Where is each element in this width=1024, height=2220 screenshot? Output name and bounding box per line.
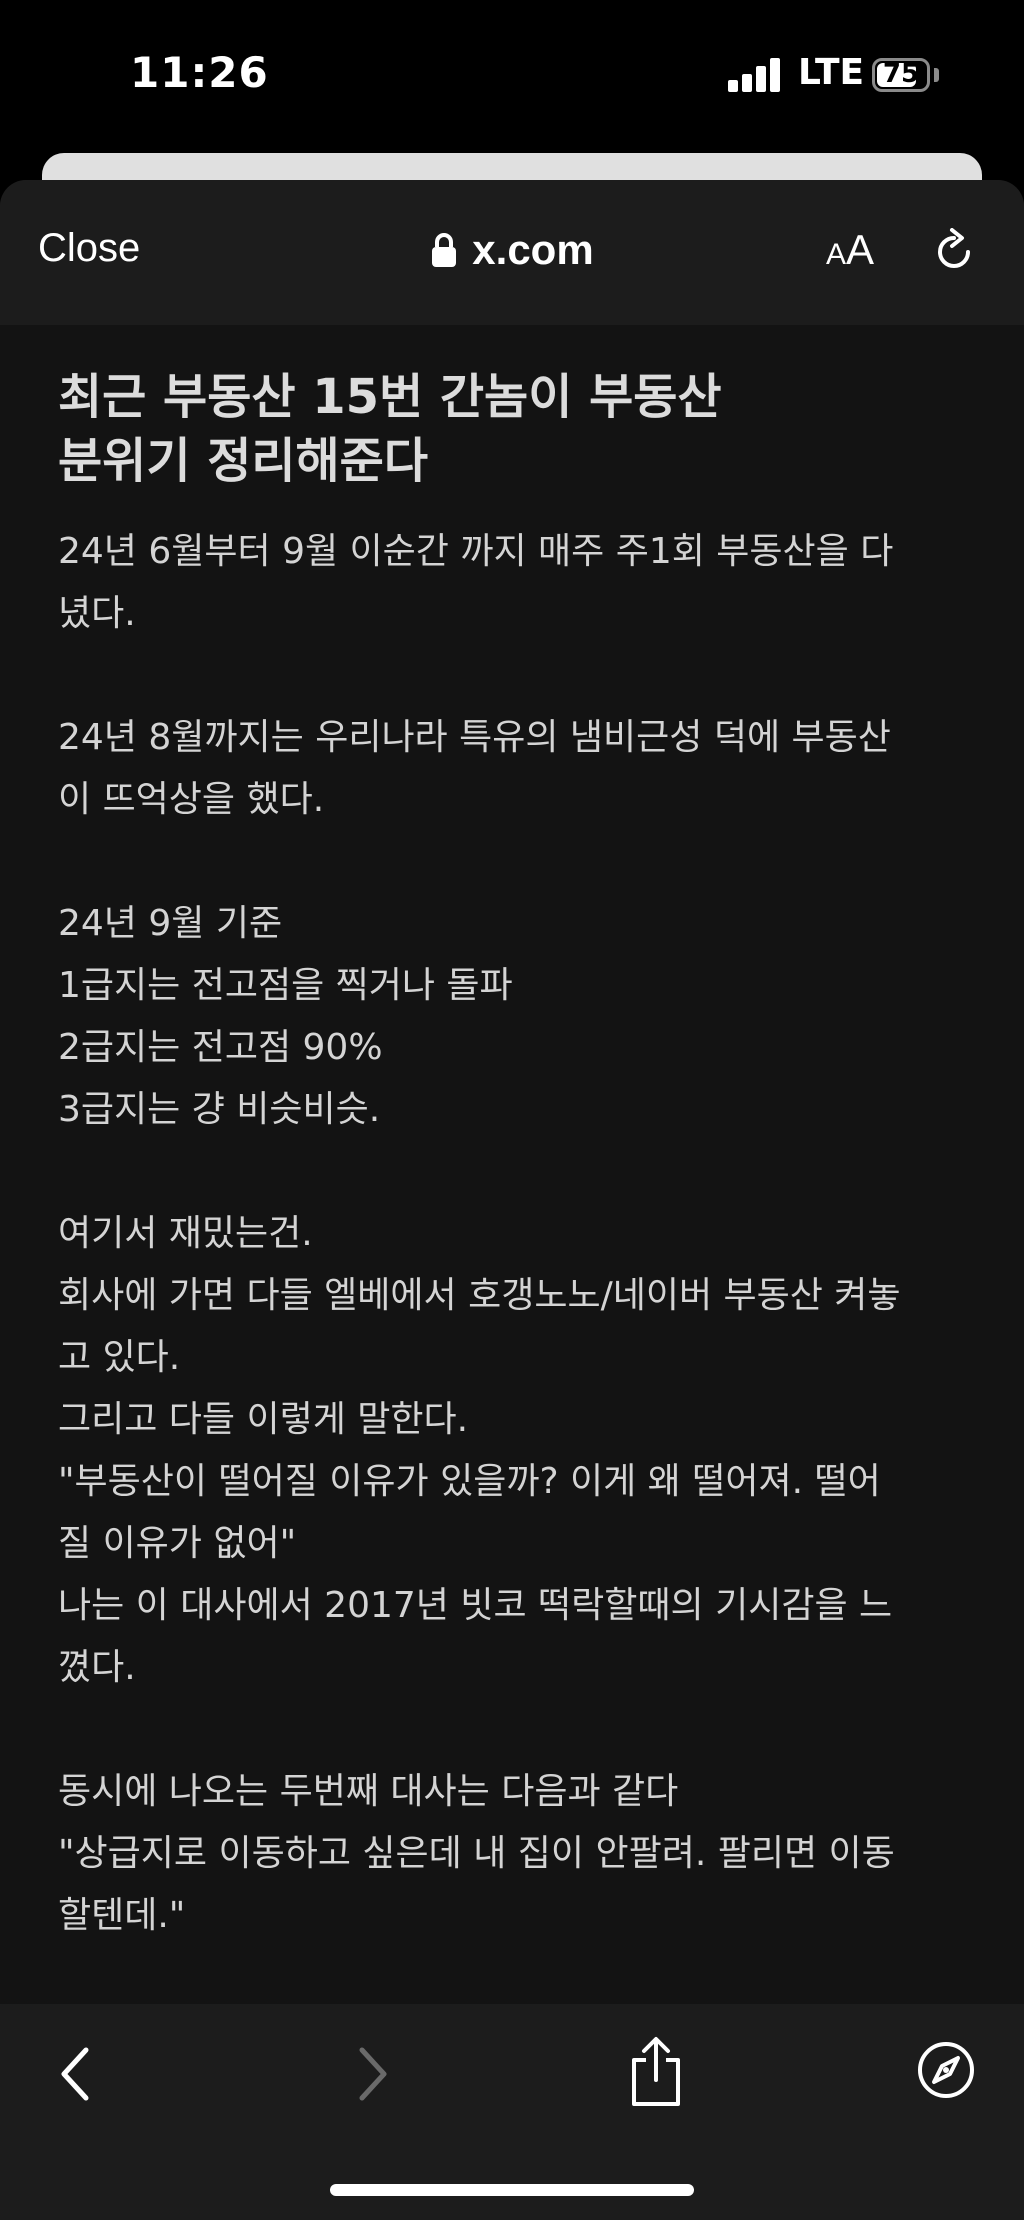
paragraph-line: 24년 6월부터 9월 이순간 까지 매주 주1회 부동산을 다 xyxy=(58,531,894,572)
status-bar: 11:26 LTE 75 xyxy=(0,0,1024,150)
paragraph-line: 이 뜨억상을 했다. xyxy=(58,779,325,820)
browser-sheet: Close x.com AA 최근 부동산 15번 간놈이 부동산 분위기 정리… xyxy=(0,180,1024,2220)
text-size-large-label: A xyxy=(846,226,875,273)
paragraph: 24년 8월까지는 우리나라 특유의 냄비근성 덕에 부동산 이 뜨억상을 했다… xyxy=(58,707,978,831)
paragraph-line: 2급지는 전고점 90% xyxy=(58,1027,383,1068)
status-time: 11:26 xyxy=(130,48,269,97)
paragraph-line: 나는 이 대사에서 2017년 빗코 떡락할때의 기시감을 느 xyxy=(58,1585,893,1626)
paragraph-line: 꼈다. xyxy=(58,1647,136,1688)
paragraph-line: 동시에 나오는 두번째 대사는 다음과 같다 xyxy=(58,1771,679,1812)
battery-tip xyxy=(934,68,939,82)
paragraph: 24년 6월부터 9월 이순간 까지 매주 주1회 부동산을 다 녔다. xyxy=(58,521,978,645)
paragraph-line: "부동산이 떨어질 이유가 있을까? 이게 왜 떨어져. 떨어 xyxy=(58,1461,881,1502)
paragraph-line: 24년 9월 기준 xyxy=(58,903,283,944)
chevron-right-icon[interactable] xyxy=(352,2042,392,2106)
compass-icon[interactable] xyxy=(916,2040,976,2100)
text-size-button[interactable]: AA xyxy=(826,226,874,274)
paragraph-line: "상급지로 이동하고 싶은데 내 집이 안팔려. 팔리면 이동 xyxy=(58,1833,895,1874)
browser-nav-bar: Close x.com AA xyxy=(0,180,1024,325)
article-title: 최근 부동산 15번 간놈이 부동산 분위기 정리해준다 xyxy=(58,365,978,493)
paragraph: 동시에 나오는 두번째 대사는 다음과 같다 "상급지로 이동하고 싶은데 내 … xyxy=(58,1761,978,1947)
paragraph-line: 24년 8월까지는 우리나라 특유의 냄비근성 덕에 부동산 xyxy=(58,717,891,758)
paragraph-line: 할텐데." xyxy=(58,1895,186,1936)
article: 최근 부동산 15번 간놈이 부동산 분위기 정리해준다 24년 6월부터 9월… xyxy=(58,365,978,2009)
chevron-left-icon[interactable] xyxy=(56,2042,96,2106)
network-type: LTE xyxy=(798,52,865,93)
paragraph-line: 회사에 가면 다들 엘베에서 호갱노노/네이버 부동산 켜놓 xyxy=(58,1275,901,1316)
battery-icon: 75 xyxy=(872,58,930,92)
paragraph-line: 여기서 재밌는건. xyxy=(58,1213,313,1254)
paragraph-line: 3급지는 걍 비슷비슷. xyxy=(58,1089,381,1130)
text-size-small-label: A xyxy=(826,238,847,271)
battery-level: 75 xyxy=(882,59,920,89)
paragraph-line: 고 있다. xyxy=(58,1337,181,1378)
signal-strength-icon xyxy=(728,58,782,92)
lock-icon xyxy=(432,233,457,267)
home-indicator[interactable] xyxy=(330,2184,694,2196)
share-icon[interactable] xyxy=(628,2036,684,2108)
url-text: x.com xyxy=(472,226,594,273)
title-line: 분위기 정리해준다 xyxy=(58,433,428,489)
paragraph: 24년 9월 기준 1급지는 전고점을 찍거나 돌파 2급지는 전고점 90% … xyxy=(58,893,978,1141)
title-line: 최근 부동산 15번 간놈이 부동산 xyxy=(58,369,722,425)
reload-icon[interactable] xyxy=(930,228,978,276)
paragraph: 여기서 재밌는건. 회사에 가면 다들 엘베에서 호갱노노/네이버 부동산 켜놓… xyxy=(58,1203,978,1699)
paragraph-line: 녔다. xyxy=(58,593,136,634)
paragraph-line: 질 이유가 없어" xyxy=(58,1523,297,1564)
paragraph-line: 1급지는 전고점을 찍거나 돌파 xyxy=(58,965,513,1006)
paragraph-line: 그리고 다들 이렇게 말한다. xyxy=(58,1399,469,1440)
